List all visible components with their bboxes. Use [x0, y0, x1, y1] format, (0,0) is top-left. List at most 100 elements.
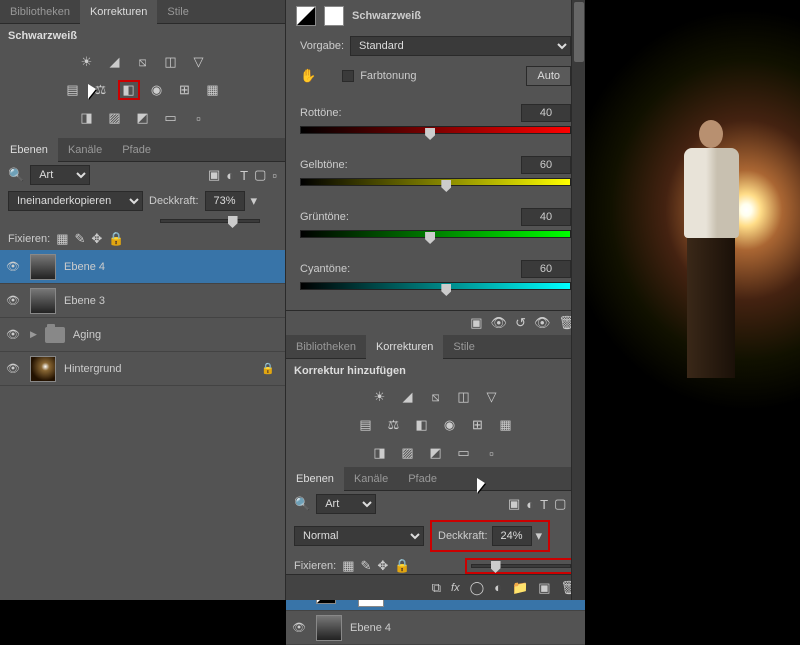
- exposure-icon[interactable]: ◫: [453, 387, 475, 407]
- layer-name[interactable]: Ebene 3: [64, 295, 105, 307]
- tone-value[interactable]: 60: [521, 260, 571, 278]
- visibility-icon[interactable]: 👁: [4, 360, 22, 378]
- tab-korrekturen[interactable]: Korrekturen: [80, 0, 157, 24]
- opacity-slider[interactable]: [160, 219, 260, 223]
- layer-name[interactable]: Aging: [73, 329, 101, 341]
- visibility-icon[interactable]: 👁: [4, 292, 22, 310]
- layer-thumb[interactable]: [30, 356, 56, 382]
- view-prev-icon[interactable]: 👁: [491, 315, 508, 331]
- blackwhite-icon[interactable]: ◧: [118, 80, 140, 100]
- fx-icon[interactable]: fx: [451, 582, 460, 594]
- curves-icon[interactable]: ⧅: [425, 387, 447, 407]
- layer-name[interactable]: Ebene 4: [64, 261, 105, 273]
- tab-kanaele[interactable]: Kanäle: [58, 138, 112, 162]
- visibility-icon[interactable]: 👁: [290, 619, 308, 637]
- lock-trans-icon[interactable]: ▦: [342, 558, 354, 574]
- visibility-icon[interactable]: 👁: [534, 315, 551, 331]
- tab-korrekturen[interactable]: Korrekturen: [366, 335, 443, 359]
- tone-value[interactable]: 40: [521, 104, 571, 122]
- dropdown-icon[interactable]: ▾: [536, 528, 543, 544]
- levels-icon[interactable]: ◢: [104, 52, 126, 72]
- hand-icon[interactable]: ✋: [300, 68, 316, 84]
- levels-icon[interactable]: ◢: [397, 387, 419, 407]
- filter-select[interactable]: Art: [316, 494, 376, 514]
- new-layer-icon[interactable]: ▣: [538, 580, 550, 596]
- layer-row[interactable]: 👁 Ebene 4: [0, 250, 285, 284]
- invert-icon[interactable]: ◨: [369, 443, 391, 463]
- selective-color-icon[interactable]: ▫: [188, 108, 210, 128]
- lookup-icon[interactable]: ▦: [202, 80, 224, 100]
- clip-icon[interactable]: ▣: [470, 315, 482, 331]
- filter-image-icon[interactable]: ▣: [508, 496, 520, 512]
- posterize-icon[interactable]: ▨: [397, 443, 419, 463]
- tone-value[interactable]: 60: [521, 156, 571, 174]
- scrollbar[interactable]: [571, 0, 585, 600]
- vibrance-icon[interactable]: ▽: [481, 387, 503, 407]
- lock-move-icon[interactable]: ✥: [377, 558, 388, 574]
- lock-all-icon[interactable]: 🔒: [394, 558, 410, 574]
- brightness-icon[interactable]: ☀: [76, 52, 98, 72]
- invert-icon[interactable]: ◨: [76, 108, 98, 128]
- layer-row[interactable]: 👁 Ebene 3: [0, 284, 285, 318]
- filter-image-icon[interactable]: ▣: [208, 167, 220, 183]
- lock-paint-icon[interactable]: ✎: [74, 231, 85, 247]
- threshold-icon[interactable]: ◩: [425, 443, 447, 463]
- reset-icon[interactable]: ↺: [515, 315, 526, 331]
- adjustment-icon[interactable]: ◐: [494, 580, 502, 595]
- lock-move-icon[interactable]: ✥: [91, 231, 102, 247]
- layer-name[interactable]: Hintergrund: [64, 363, 121, 375]
- blend-mode-select[interactable]: Ineinanderkopieren: [8, 191, 143, 211]
- filter-select[interactable]: Art: [30, 165, 90, 185]
- vibrance-icon[interactable]: ▽: [188, 52, 210, 72]
- tab-kanaele[interactable]: Kanäle: [344, 467, 398, 491]
- channel-mixer-icon[interactable]: ⊞: [174, 80, 196, 100]
- blend-mode-select[interactable]: Normal: [294, 526, 424, 546]
- blackwhite-icon[interactable]: ◧: [411, 415, 433, 435]
- threshold-icon[interactable]: ◩: [132, 108, 154, 128]
- tone-slider[interactable]: [300, 230, 571, 244]
- layer-thumb[interactable]: [316, 615, 342, 641]
- layer-row[interactable]: 👁 ▶ Aging: [0, 318, 285, 352]
- tab-bibliotheken[interactable]: Bibliotheken: [0, 0, 80, 24]
- filter-smart-icon[interactable]: ▫: [272, 168, 277, 183]
- tint-checkbox[interactable]: [342, 70, 354, 82]
- hue-icon[interactable]: ▤: [355, 415, 377, 435]
- layer-thumb[interactable]: [30, 288, 56, 314]
- channel-mixer-icon[interactable]: ⊞: [467, 415, 489, 435]
- gradient-map-icon[interactable]: ▭: [160, 108, 182, 128]
- link-icon[interactable]: ⧉: [432, 580, 441, 596]
- lock-trans-icon[interactable]: ▦: [56, 231, 68, 247]
- tab-stile[interactable]: Stile: [157, 0, 198, 24]
- mask-thumb[interactable]: [324, 6, 344, 26]
- filter-adjust-icon[interactable]: ◐: [226, 168, 234, 183]
- tab-pfade[interactable]: Pfade: [398, 467, 447, 491]
- tab-stile[interactable]: Stile: [443, 335, 484, 359]
- filter-text-icon[interactable]: T: [240, 168, 248, 183]
- auto-button[interactable]: Auto: [526, 66, 571, 86]
- photo-filter-icon[interactable]: ◉: [439, 415, 461, 435]
- layer-row[interactable]: 👁 Ebene 4: [286, 611, 585, 645]
- visibility-icon[interactable]: 👁: [4, 326, 22, 344]
- opacity-input[interactable]: [492, 526, 532, 546]
- posterize-icon[interactable]: ▨: [104, 108, 126, 128]
- visibility-icon[interactable]: 👁: [4, 258, 22, 276]
- mask-icon[interactable]: ◯: [470, 580, 485, 596]
- tab-ebenen[interactable]: Ebenen: [286, 467, 344, 491]
- tab-pfade[interactable]: Pfade: [112, 138, 161, 162]
- lock-paint-icon[interactable]: ✎: [360, 558, 371, 574]
- balance-icon[interactable]: ⚖: [383, 415, 405, 435]
- tone-slider[interactable]: [300, 282, 571, 296]
- layer-thumb[interactable]: [30, 254, 56, 280]
- brightness-icon[interactable]: ☀: [369, 387, 391, 407]
- tone-value[interactable]: 40: [521, 208, 571, 226]
- expand-icon[interactable]: ▶: [30, 329, 37, 340]
- opacity-slider[interactable]: [471, 564, 571, 568]
- tab-bibliotheken[interactable]: Bibliotheken: [286, 335, 366, 359]
- gradient-map-icon[interactable]: ▭: [453, 443, 475, 463]
- layer-name[interactable]: Ebene 4: [350, 622, 391, 634]
- lookup-icon[interactable]: ▦: [495, 415, 517, 435]
- tab-ebenen[interactable]: Ebenen: [0, 138, 58, 162]
- dropdown-icon[interactable]: ▾: [251, 193, 258, 209]
- filter-text-icon[interactable]: T: [540, 497, 548, 512]
- preset-select[interactable]: Standard: [350, 36, 571, 56]
